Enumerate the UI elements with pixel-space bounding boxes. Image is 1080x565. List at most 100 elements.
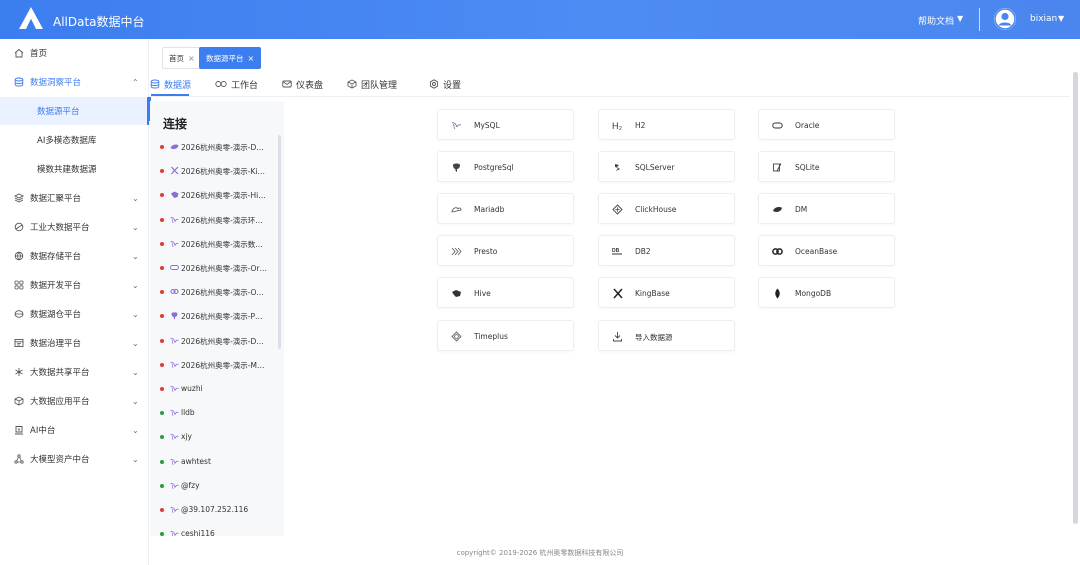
mysql-icon bbox=[170, 361, 179, 368]
connection-item[interactable]: xjy bbox=[150, 425, 284, 449]
datasource-label: Presto bbox=[474, 247, 498, 256]
connection-item[interactable]: 2026杭州奥零-演示-Kin... bbox=[150, 159, 284, 183]
datasource-card[interactable]: ClickHouse bbox=[598, 193, 735, 224]
connection-item[interactable]: 2026杭州奥零-演示-Ora... bbox=[150, 256, 284, 280]
gear-icon bbox=[429, 79, 439, 89]
connection-item[interactable]: 2026杭州奥零-演示-My... bbox=[150, 353, 284, 377]
oceanbase-icon bbox=[170, 289, 179, 295]
chevron-down-icon[interactable]: ⌄ bbox=[132, 455, 139, 464]
connection-item[interactable]: @fzy bbox=[150, 474, 284, 498]
sidebar-item-home[interactable]: 首页 bbox=[0, 39, 149, 67]
sidebar-sub-ai-multimodal[interactable]: AI多模态数据库 bbox=[0, 126, 149, 154]
status-dot bbox=[160, 459, 164, 464]
close-icon[interactable]: × bbox=[248, 54, 255, 63]
datasource-label: SQLite bbox=[795, 163, 820, 172]
connection-label: 2026杭州奥零-演示-Dor... bbox=[181, 336, 267, 346]
sidebar-item-data-insight[interactable]: 数据洞察平台 ⌃ bbox=[0, 68, 149, 96]
connection-item[interactable]: 2026杭州奥零-演示-Dor... bbox=[150, 329, 284, 353]
connection-item[interactable]: 2026杭州奥零-演示-PG... bbox=[150, 304, 284, 328]
datasource-card[interactable]: Hive bbox=[437, 277, 574, 308]
datasource-card[interactable]: Oracle bbox=[758, 109, 895, 140]
tab-team-management[interactable]: 团队管理 bbox=[347, 77, 397, 91]
chevron-down-icon[interactable]: ⌄ bbox=[132, 339, 139, 348]
tag-home[interactable]: 首页 × bbox=[162, 47, 202, 69]
sidebar-item-data-aggregation[interactable]: 数据汇聚平台 ⌄ bbox=[0, 184, 149, 212]
connection-label: 2026杭州奥零-演示环境... bbox=[181, 215, 267, 225]
status-dot bbox=[160, 169, 164, 174]
status-dot bbox=[160, 241, 164, 246]
sidebar-item-industrial[interactable]: 工业大数据平台 ⌄ bbox=[0, 213, 149, 241]
datasource-card[interactable]: MySQL bbox=[437, 109, 574, 140]
sidebar-sub-model-data[interactable]: 模数共建数据源 bbox=[0, 155, 149, 183]
tab-datasource[interactable]: 数据源 bbox=[150, 77, 191, 91]
mysql-icon bbox=[170, 482, 179, 489]
chevron-up-icon[interactable]: ⌃ bbox=[132, 78, 139, 87]
database-icon bbox=[14, 77, 24, 87]
sidebar-item-application[interactable]: 大数据应用平台 ⌄ bbox=[0, 387, 149, 415]
chevron-down-icon[interactable]: ⌄ bbox=[132, 397, 139, 406]
chevron-down-icon[interactable]: ⌄ bbox=[132, 426, 139, 435]
postgres-icon bbox=[453, 163, 460, 172]
connection-item[interactable]: wuzhi bbox=[150, 377, 284, 401]
datasource-card[interactable]: H 2 H2 bbox=[598, 109, 735, 140]
connection-item[interactable]: awhtest bbox=[150, 450, 284, 474]
chevron-down-icon[interactable]: ⌄ bbox=[132, 368, 139, 377]
connection-item[interactable]: 2026杭州奥零-演示-Oc... bbox=[150, 280, 284, 304]
connections-scrollbar[interactable] bbox=[278, 135, 281, 349]
main-scrollbar[interactable] bbox=[1073, 72, 1078, 524]
datasource-card[interactable]: Timeplus bbox=[437, 320, 574, 351]
caret-down-icon[interactable]: ▼ bbox=[1058, 14, 1064, 23]
datasource-card[interactable]: Mariadb bbox=[437, 193, 574, 224]
help-docs-link[interactable]: 帮助文档 bbox=[918, 14, 954, 27]
datasource-card[interactable]: DM bbox=[758, 193, 895, 224]
user-name[interactable]: bixian bbox=[1030, 14, 1057, 24]
caret-down-icon[interactable]: ▼ bbox=[957, 14, 963, 23]
avatar[interactable] bbox=[994, 8, 1016, 30]
chevron-down-icon[interactable]: ⌄ bbox=[132, 252, 139, 261]
datasource-card[interactable]: Presto bbox=[437, 235, 574, 266]
datasource-label: DB2 bbox=[635, 247, 651, 256]
sidebar-item-development[interactable]: 数据开发平台 ⌄ bbox=[0, 271, 149, 299]
connection-item[interactable]: 2026杭州奥零-演示环境... bbox=[150, 208, 284, 232]
cube-icon bbox=[14, 396, 24, 406]
close-icon[interactable]: × bbox=[188, 54, 195, 63]
datasource-card[interactable]: DB DB2 bbox=[598, 235, 735, 266]
datasource-card[interactable]: PostgreSql bbox=[437, 151, 574, 182]
datasource-card[interactable]: SQLServer bbox=[598, 151, 735, 182]
datasource-card[interactable]: 导入数据源 bbox=[598, 320, 735, 351]
chevron-down-icon[interactable]: ⌄ bbox=[132, 310, 139, 319]
import-icon bbox=[613, 332, 622, 342]
chevron-down-icon[interactable]: ⌄ bbox=[132, 281, 139, 290]
tab-settings[interactable]: 设置 bbox=[429, 77, 461, 91]
sidebar-item-storage[interactable]: 数据存储平台 ⌄ bbox=[0, 242, 149, 270]
connection-item[interactable]: 2026杭州奥零-演示-Hiv... bbox=[150, 183, 284, 207]
model-icon bbox=[14, 454, 24, 464]
connection-item[interactable]: 2026杭州奥零-演示数仓... bbox=[150, 232, 284, 256]
sidebar-item-governance[interactable]: 数据治理平台 ⌄ bbox=[0, 329, 149, 357]
dm-icon bbox=[773, 207, 782, 212]
sidebar-item-sharing[interactable]: 大数据共享平台 ⌄ bbox=[0, 358, 149, 386]
datasource-card[interactable]: SQLite bbox=[758, 151, 895, 182]
datasource-card[interactable]: OceanBase bbox=[758, 235, 895, 266]
connection-label: @fzy bbox=[181, 480, 200, 490]
tab-divider bbox=[149, 96, 1070, 97]
datasource-label: MySQL bbox=[474, 121, 500, 130]
tag-datasource-platform[interactable]: 数据源平台 × bbox=[199, 47, 262, 69]
status-dot bbox=[160, 338, 164, 343]
sidebar-item-model-assets[interactable]: 大模型资产中台 ⌄ bbox=[0, 445, 149, 473]
sidebar-item-ai[interactable]: AI中台 ⌄ bbox=[0, 416, 149, 444]
sidebar-item-lakehouse[interactable]: 数据湖仓平台 ⌄ bbox=[0, 300, 149, 328]
connection-item[interactable]: @39.107.252.116 bbox=[150, 498, 284, 522]
datasource-card[interactable]: KingBase bbox=[598, 277, 735, 308]
connection-item[interactable]: ceshi116 bbox=[150, 522, 284, 536]
tab-workbench[interactable]: 工作台 bbox=[215, 77, 258, 91]
chevron-down-icon[interactable]: ⌄ bbox=[132, 223, 139, 232]
datasource-card[interactable]: MongoDB bbox=[758, 277, 895, 308]
connection-item[interactable]: lldb bbox=[150, 401, 284, 425]
sidebar-sub-datasource[interactable]: 数据源平台 bbox=[0, 97, 149, 125]
presto-icon bbox=[451, 247, 462, 256]
connection-label: ceshi116 bbox=[181, 529, 215, 536]
tab-dashboard[interactable]: 仪表盘 bbox=[282, 77, 323, 91]
connection-item[interactable]: 2026杭州奥零-演示-Da... bbox=[150, 135, 284, 159]
chevron-down-icon[interactable]: ⌄ bbox=[132, 194, 139, 203]
